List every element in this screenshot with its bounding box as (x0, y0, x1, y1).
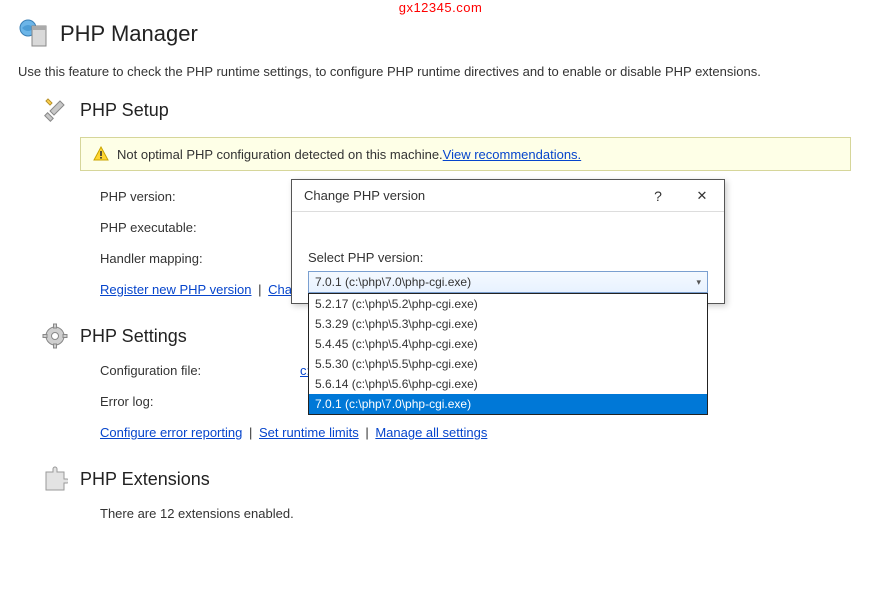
separator: | (362, 425, 371, 440)
separator: | (255, 282, 264, 297)
php-version-combo[interactable]: 7.0.1 (c:\php\7.0\php-cgi.exe) ▾ 5.2.17 … (308, 271, 708, 293)
combo-selected-text: 7.0.1 (c:\php\7.0\php-cgi.exe) (315, 275, 696, 289)
page-description: Use this feature to check the PHP runtim… (0, 58, 881, 97)
error-log-label: Error log: (100, 394, 300, 409)
extensions-count-text: There are 12 extensions enabled. (100, 506, 294, 521)
watermark-text: gx12345.com (399, 0, 483, 15)
php-executable-label: PHP executable: (100, 220, 300, 235)
gear-icon (42, 323, 68, 349)
php-version-label: PHP version: (100, 189, 300, 204)
handler-mapping-label: Handler mapping: (100, 251, 300, 266)
dialog-close-button[interactable]: ✕ (680, 180, 724, 212)
view-recommendations-link[interactable]: View recommendations. (443, 147, 582, 162)
select-version-label: Select PHP version: (308, 250, 708, 265)
dropdown-option[interactable]: 5.6.14 (c:\php\5.6\php-cgi.exe) (309, 374, 707, 394)
notice-box: Not optimal PHP configuration detected o… (80, 137, 851, 171)
manage-settings-link[interactable]: Manage all settings (375, 425, 487, 440)
dialog-titlebar: Change PHP version ? ✕ (292, 180, 724, 212)
php-settings-title: PHP Settings (80, 326, 187, 347)
runtime-limits-link[interactable]: Set runtime limits (259, 425, 359, 440)
warning-icon (93, 146, 109, 162)
php-manager-icon (18, 18, 50, 50)
php-extensions-section: PHP Extensions There are 12 extensions e… (42, 466, 851, 521)
change-php-dialog: Change PHP version ? ✕ Select PHP versio… (291, 179, 725, 304)
php-version-dropdown: 5.2.17 (c:\php\5.2\php-cgi.exe)5.3.29 (c… (308, 293, 708, 415)
dialog-title: Change PHP version (304, 188, 636, 203)
notice-text: Not optimal PHP configuration detected o… (117, 147, 443, 162)
page-title: PHP Manager (60, 21, 198, 47)
configure-error-link[interactable]: Configure error reporting (100, 425, 242, 440)
dropdown-option[interactable]: 7.0.1 (c:\php\7.0\php-cgi.exe) (309, 394, 707, 414)
puzzle-icon (42, 466, 68, 492)
dropdown-option[interactable]: 5.5.30 (c:\php\5.5\php-cgi.exe) (309, 354, 707, 374)
wrench-icon (42, 97, 68, 123)
dropdown-option[interactable]: 5.4.45 (c:\php\5.4\php-cgi.exe) (309, 334, 707, 354)
chevron-down-icon: ▾ (696, 277, 701, 288)
dropdown-option[interactable]: 5.3.29 (c:\php\5.3\php-cgi.exe) (309, 314, 707, 334)
separator: | (246, 425, 255, 440)
config-file-label: Configuration file: (100, 363, 300, 378)
dialog-help-button[interactable]: ? (636, 180, 680, 212)
register-php-link[interactable]: Register new PHP version (100, 282, 252, 297)
dropdown-option[interactable]: 5.2.17 (c:\php\5.2\php-cgi.exe) (309, 294, 707, 314)
php-extensions-title: PHP Extensions (80, 469, 210, 490)
php-setup-title: PHP Setup (80, 100, 169, 121)
